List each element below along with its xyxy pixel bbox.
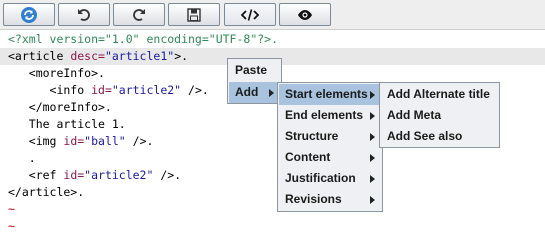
code-token: id= (63, 168, 85, 182)
refresh-icon (20, 6, 38, 24)
code-token: id= (63, 134, 85, 148)
menu-item-label: Add Meta (387, 108, 441, 122)
code-token: "article1" (104, 49, 175, 63)
menu-item-label: Structure (285, 129, 339, 143)
start-elements-submenu: Add Alternate title Add Meta Add See als… (379, 82, 500, 148)
redo-button[interactable] (113, 3, 165, 26)
code-token: <img (8, 134, 64, 148)
code-token: </moreInfo>. (8, 100, 112, 114)
code-token: "ball" (84, 134, 126, 148)
menu-item-label: Content (285, 150, 331, 164)
code-line[interactable]: ~ (0, 201, 15, 218)
submenu-arrow-icon (370, 91, 375, 99)
submenu-arrow-icon (370, 196, 375, 204)
code-token: "article2" (111, 83, 182, 97)
redo-icon (131, 7, 147, 23)
menu-item-paste[interactable]: Paste (229, 60, 280, 81)
menu-item-add-meta[interactable]: Add Meta (381, 105, 498, 126)
code-line[interactable]: . (0, 150, 36, 167)
submenu-item-end-elements[interactable]: End elements (279, 105, 381, 126)
submenu-arrow-icon (370, 175, 375, 183)
menu-item-add-see-also[interactable]: Add See also (381, 126, 498, 147)
code-line[interactable]: <moreInfo>. (0, 65, 105, 82)
code-token: <moreInfo>. (8, 66, 105, 80)
code-line[interactable]: The article 1. (0, 116, 126, 133)
code-line[interactable]: <?xml version="1.0" encoding="UTF-8"?>. (0, 31, 278, 48)
code-line[interactable]: </article>. (0, 184, 84, 201)
menu-item-label: Justification (285, 171, 356, 185)
eye-icon (297, 9, 313, 21)
submenu-item-start-elements[interactable]: Start elements (279, 84, 381, 105)
refresh-button[interactable] (3, 3, 55, 26)
code-line[interactable]: </moreInfo>. (0, 99, 112, 116)
source-view-button[interactable] (224, 3, 276, 26)
code-line[interactable]: <info id="article2" />. (0, 82, 209, 99)
code-token: <article (8, 49, 71, 63)
code-line[interactable]: ~ (0, 218, 15, 235)
menu-item-add[interactable]: Add (229, 82, 280, 103)
toolbar (0, 0, 545, 30)
code-token: ~ (8, 219, 15, 233)
submenu-item-revisions[interactable]: Revisions (279, 189, 381, 210)
menu-item-label: Revisions (285, 192, 342, 206)
undo-button[interactable] (58, 3, 110, 26)
code-token: >. (174, 49, 189, 63)
submenu-arrow-icon (370, 154, 375, 162)
submenu-item-content[interactable]: Content (279, 147, 381, 168)
code-token: desc= (70, 49, 105, 63)
code-token: <?xml version="1.0" encoding="UTF-8"?>. (8, 32, 279, 46)
menu-item-label: Paste (235, 63, 268, 77)
floppy-disk-icon (187, 7, 201, 22)
code-token: ~ (8, 202, 15, 216)
menu-item-add-alternate-title[interactable]: Add Alternate title (381, 84, 498, 105)
code-token: />. (125, 134, 154, 148)
context-menu: Paste Add (227, 58, 282, 104)
code-token: <ref (8, 168, 64, 182)
code-token: </article>. (8, 185, 85, 199)
menu-item-label: Add (235, 85, 259, 99)
code-line[interactable]: <ref id="article2" />. (0, 167, 181, 184)
code-line[interactable]: <img id="ball" />. (0, 133, 154, 150)
save-button[interactable] (168, 3, 220, 26)
menu-item-label: Start elements (285, 87, 368, 101)
menu-item-label: End elements (285, 108, 364, 122)
code-tags-icon (241, 8, 259, 22)
code-token: />. (153, 168, 182, 182)
submenu-item-justification[interactable]: Justification (279, 168, 381, 189)
submenu-arrow-icon (269, 89, 274, 97)
menu-item-label: Add Alternate title (387, 87, 490, 101)
code-token: . (8, 151, 36, 165)
code-token: The article 1. (8, 117, 126, 131)
submenu-arrow-icon (370, 112, 375, 120)
submenu-arrow-icon (370, 133, 375, 141)
preview-button[interactable] (279, 3, 331, 26)
code-token: <info (8, 83, 92, 97)
undo-icon (76, 7, 92, 23)
menu-item-label: Add See also (387, 129, 463, 143)
submenu-item-structure[interactable]: Structure (279, 126, 381, 147)
code-token: />. (181, 83, 209, 97)
code-token: id= (91, 83, 112, 97)
code-token: "article2" (84, 168, 154, 182)
add-submenu: Start elements End elements Structure Co… (277, 82, 383, 212)
